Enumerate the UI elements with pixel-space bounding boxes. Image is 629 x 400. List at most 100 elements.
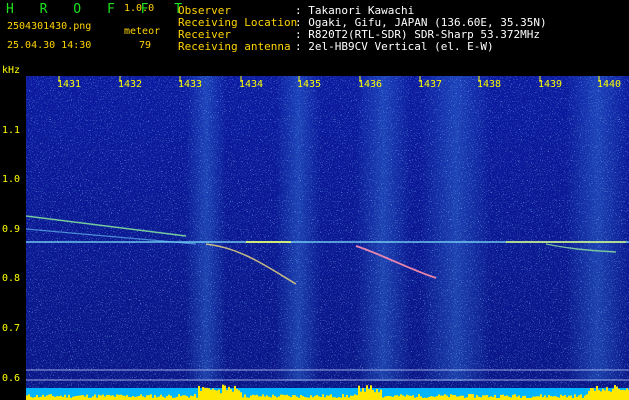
level-bar bbox=[228, 386, 230, 400]
info-label-receiver: Receiver bbox=[178, 28, 231, 41]
level-bar bbox=[624, 390, 626, 400]
y-axis-unit: kHz bbox=[2, 65, 21, 76]
level-bar bbox=[216, 390, 218, 400]
level-bar bbox=[410, 395, 412, 400]
level-bar bbox=[454, 395, 456, 400]
meteor-count: 79 bbox=[139, 40, 152, 51]
level-bar bbox=[146, 395, 148, 400]
level-bar bbox=[596, 386, 598, 400]
level-bar bbox=[46, 395, 48, 400]
level-bar bbox=[484, 395, 486, 400]
level-bar bbox=[36, 394, 38, 400]
level-bar bbox=[280, 394, 282, 400]
level-bar bbox=[28, 394, 30, 400]
level-bar bbox=[282, 394, 284, 400]
level-bar bbox=[342, 394, 344, 400]
level-bar bbox=[350, 395, 352, 400]
x-tick-label: 1436 bbox=[358, 79, 383, 90]
level-bar bbox=[150, 394, 152, 400]
level-bar bbox=[524, 395, 526, 400]
info-value-observer: : Takanori Kawachi bbox=[295, 4, 415, 17]
level-bar bbox=[110, 395, 112, 400]
app-version: 1.0.0 bbox=[124, 3, 155, 14]
level-bar bbox=[330, 394, 332, 400]
level-bar bbox=[398, 396, 400, 400]
level-bar bbox=[418, 394, 420, 400]
level-bar bbox=[240, 392, 242, 400]
level-bar bbox=[444, 394, 446, 400]
level-bar bbox=[314, 395, 316, 400]
level-bar bbox=[430, 396, 432, 400]
level-bar bbox=[252, 394, 254, 400]
level-bar bbox=[60, 395, 62, 400]
level-bar bbox=[154, 395, 156, 400]
level-bar bbox=[168, 394, 170, 400]
level-bar bbox=[502, 394, 504, 400]
level-bar bbox=[184, 395, 186, 400]
level-bar bbox=[540, 394, 542, 400]
level-bar bbox=[532, 396, 534, 400]
level-bar bbox=[322, 394, 324, 400]
level-bar bbox=[568, 395, 570, 400]
x-tick-label: 1434 bbox=[239, 79, 264, 90]
level-bar bbox=[296, 396, 298, 400]
level-bar bbox=[376, 388, 378, 400]
level-bar bbox=[218, 389, 220, 400]
level-bar bbox=[126, 395, 128, 400]
y-tick-0.7: 0.7 bbox=[2, 323, 21, 334]
level-bar bbox=[288, 395, 290, 400]
level-bar bbox=[486, 394, 488, 400]
level-bar bbox=[138, 395, 140, 400]
level-bar bbox=[356, 395, 358, 400]
level-bar bbox=[612, 388, 614, 400]
level-bar bbox=[208, 388, 210, 400]
level-bar bbox=[374, 392, 376, 400]
level-bar bbox=[438, 394, 440, 400]
level-bar bbox=[274, 395, 276, 400]
level-bar bbox=[58, 396, 60, 400]
info-label-antenna: Receiving antenna bbox=[178, 40, 291, 53]
level-bar bbox=[560, 394, 562, 400]
level-bar bbox=[372, 389, 374, 400]
x-tick-label: 1435 bbox=[297, 79, 322, 90]
x-tick-label: 1437 bbox=[418, 79, 443, 90]
level-bar bbox=[268, 396, 270, 400]
level-bar bbox=[554, 396, 556, 400]
level-bar bbox=[390, 396, 392, 400]
level-bar bbox=[490, 396, 492, 400]
level-bar bbox=[562, 395, 564, 400]
level-bar bbox=[56, 396, 58, 400]
spectrogram-noise bbox=[26, 76, 629, 400]
level-bar bbox=[84, 396, 86, 400]
level-bar bbox=[522, 396, 524, 400]
level-bar bbox=[78, 395, 80, 400]
level-bar bbox=[446, 395, 448, 400]
level-bar bbox=[316, 394, 318, 400]
level-bar bbox=[160, 394, 162, 400]
level-bar bbox=[586, 394, 588, 400]
level-bar bbox=[158, 396, 160, 400]
level-bar bbox=[394, 395, 396, 400]
level-bar bbox=[86, 394, 88, 400]
x-tick-label: 1440 bbox=[597, 79, 622, 90]
level-bar bbox=[210, 389, 212, 400]
level-bar bbox=[400, 394, 402, 400]
level-bar bbox=[250, 395, 252, 400]
level-bar bbox=[600, 391, 602, 400]
level-bar bbox=[120, 394, 122, 400]
level-bar bbox=[142, 396, 144, 400]
level-bar bbox=[440, 395, 442, 400]
level-bar bbox=[166, 396, 168, 400]
level-bar bbox=[570, 395, 572, 400]
level-bar bbox=[100, 395, 102, 400]
level-bar bbox=[80, 395, 82, 400]
level-bar bbox=[470, 394, 472, 400]
level-bar bbox=[64, 394, 66, 400]
level-bar bbox=[574, 394, 576, 400]
level-bar bbox=[412, 395, 414, 400]
level-bar bbox=[588, 390, 590, 400]
level-bar bbox=[92, 396, 94, 400]
level-bar bbox=[606, 387, 608, 400]
level-bar bbox=[186, 396, 188, 400]
level-bar bbox=[602, 388, 604, 400]
